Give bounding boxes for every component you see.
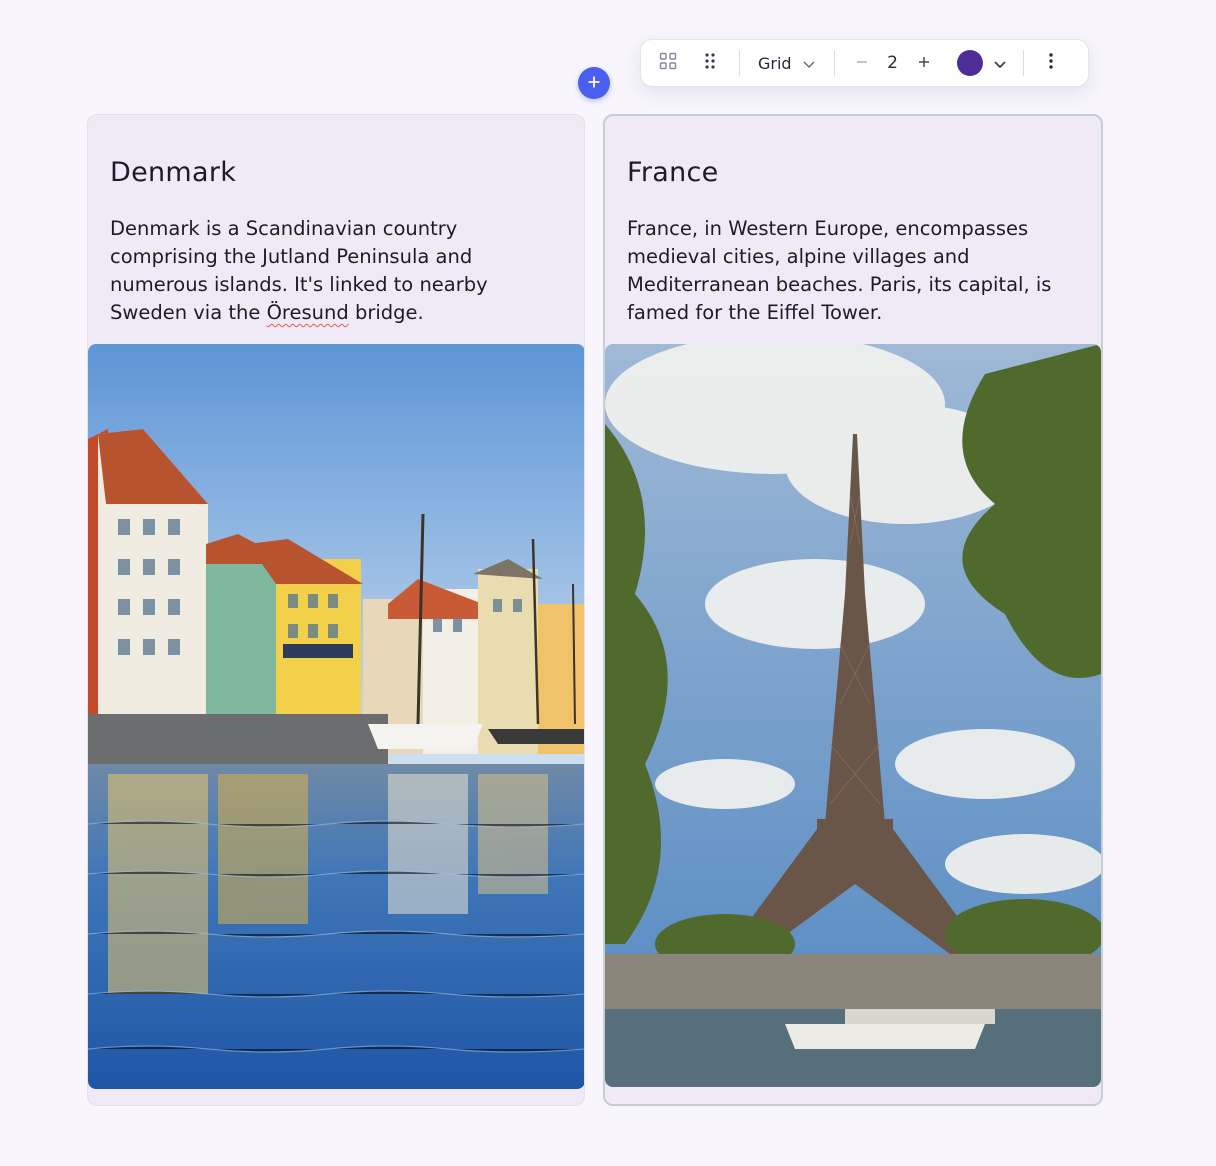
card-image[interactable]: [88, 344, 584, 1089]
card-denmark[interactable]: Denmark Denmark is a Scandinavian countr…: [87, 114, 585, 1106]
increase-columns-button[interactable]: [907, 46, 941, 80]
card-title[interactable]: France: [627, 157, 719, 188]
drag-handle-icon: [703, 52, 717, 74]
plus-icon: [917, 54, 931, 73]
card-description[interactable]: France, in Western Europe, encompasses m…: [627, 215, 1077, 327]
grid-view-icon: [659, 52, 677, 74]
drag-handle-button[interactable]: [693, 46, 727, 80]
nyhavn-image: [88, 344, 584, 1089]
color-swatch: [956, 50, 983, 76]
more-options-button[interactable]: [1034, 46, 1068, 80]
decrease-columns-button[interactable]: [845, 46, 879, 80]
columns-count[interactable]: 2: [879, 53, 907, 73]
layout-dropdown-label: Grid: [758, 53, 792, 73]
eiffel-tower-image: [605, 344, 1101, 1087]
description-text: bridge.: [348, 301, 424, 324]
spellcheck-flagged-word[interactable]: Öresund: [267, 301, 349, 324]
card-image[interactable]: [605, 344, 1101, 1087]
grid-view-button[interactable]: [651, 46, 685, 80]
add-block-button[interactable]: [578, 67, 610, 99]
canvas: Grid 2 Denmark Denmark is a Scandinavian…: [0, 0, 1216, 1166]
card-title[interactable]: Denmark: [110, 157, 236, 188]
plus-icon: [587, 74, 601, 93]
minus-icon: [855, 54, 869, 73]
more-vertical-icon: [1048, 52, 1054, 74]
card-description[interactable]: Denmark is a Scandinavian country compri…: [110, 215, 560, 327]
chevron-down-icon: [993, 54, 1007, 73]
color-dropdown[interactable]: [951, 46, 1013, 80]
toolbar-divider: [739, 50, 740, 76]
toolbar-divider: [1022, 50, 1024, 76]
layout-dropdown[interactable]: Grid: [750, 46, 824, 80]
block-toolbar: Grid 2: [640, 39, 1089, 87]
toolbar-divider: [833, 50, 835, 76]
chevron-down-icon: [802, 54, 816, 73]
card-france[interactable]: France France, in Western Europe, encomp…: [603, 114, 1103, 1106]
